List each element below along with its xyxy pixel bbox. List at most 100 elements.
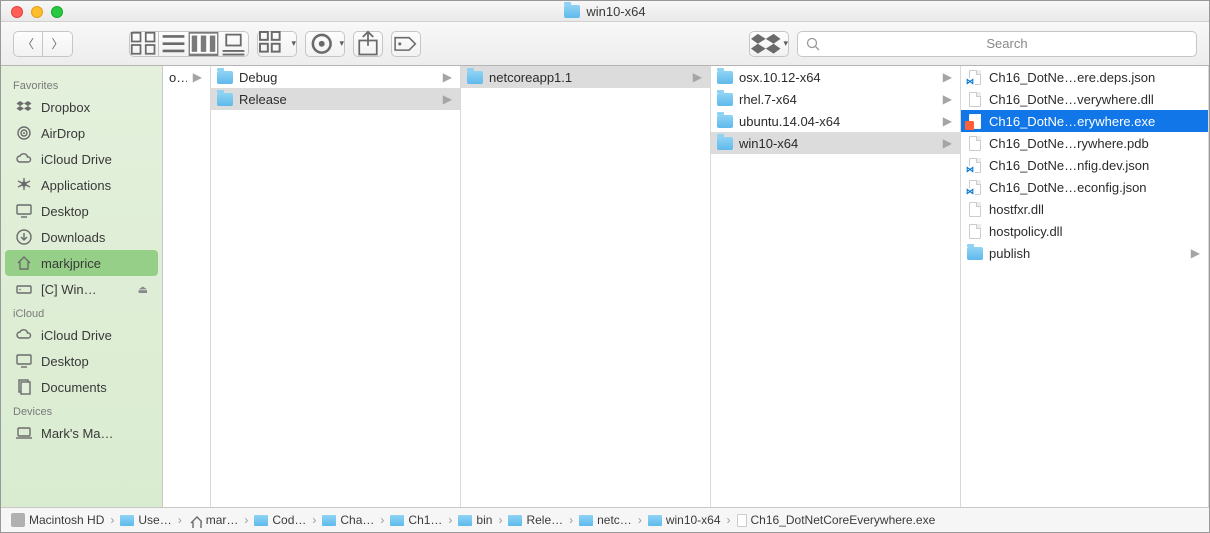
close-window-button[interactable] (11, 6, 23, 18)
sidebar-item-label: AirDrop (41, 126, 85, 141)
chevron-right-icon: ▶ (693, 70, 704, 84)
list-item[interactable]: netcoreapp1.1 ▶ (461, 66, 710, 88)
sidebar-item--c-win-[interactable]: [C] Win… ⏏ (1, 276, 162, 302)
list-item[interactable]: osx.10.12-x64▶ (711, 66, 960, 88)
sidebar-item-applications[interactable]: Applications (1, 172, 162, 198)
sidebar-item-dropbox[interactable]: Dropbox (1, 94, 162, 120)
path-separator: › (310, 513, 318, 527)
list-item[interactable]: hostfxr.dll (961, 198, 1208, 220)
folder-icon (717, 71, 733, 84)
path-separator: › (567, 513, 575, 527)
icloud-icon (15, 150, 33, 168)
sidebar-item-documents[interactable]: Documents (1, 374, 162, 400)
item-label: hostfxr.dll (989, 202, 1202, 217)
list-item[interactable]: rhel.7-x64▶ (711, 88, 960, 110)
search-field[interactable]: Search (797, 31, 1197, 57)
list-item[interactable]: Ch16_DotNe…erywhere.exe (961, 110, 1208, 132)
zoom-window-button[interactable] (51, 6, 63, 18)
path-item[interactable]: win10-x64 (648, 513, 721, 527)
list-item[interactable]: ⋈Ch16_DotNe…nfig.dev.json (961, 154, 1208, 176)
folder-icon (508, 515, 522, 526)
path-item[interactable]: Cha… (322, 513, 374, 527)
back-button[interactable]: 〈 (13, 31, 43, 57)
vscode-file-icon: ⋈ (967, 179, 983, 195)
path-item[interactable]: Cod… (254, 513, 306, 527)
forward-button[interactable]: 〉 (43, 31, 73, 57)
sidebar-item-downloads[interactable]: Downloads (1, 224, 162, 250)
sidebar-item-icloud-drive[interactable]: iCloud Drive (1, 146, 162, 172)
minimize-window-button[interactable] (31, 6, 43, 18)
sidebar-item-mark-s-ma-[interactable]: Mark's Ma… (1, 420, 162, 446)
share-icon (354, 30, 382, 58)
finder-window: win10-x64 〈 〉 ▾ (1, 1, 1209, 532)
list-item[interactable]: ubuntu.14.04-x64▶ (711, 110, 960, 132)
folder-icon (322, 515, 336, 526)
sidebar-item-airdrop[interactable]: AirDrop (1, 120, 162, 146)
dropbox-icon (750, 30, 781, 58)
icloud-icon (15, 326, 33, 344)
sidebar-item-desktop[interactable]: Desktop (1, 198, 162, 224)
path-item[interactable]: Macintosh HD (11, 513, 104, 527)
list-item[interactable]: ⋈Ch16_DotNe…econfig.json (961, 176, 1208, 198)
eject-icon[interactable]: ⏏ (138, 283, 148, 296)
sidebar-item-label: Downloads (41, 230, 105, 245)
path-label: Cha… (340, 513, 374, 527)
drive-icon (15, 280, 33, 298)
list-item[interactable]: Ch16_DotNe…rywhere.pdb (961, 132, 1208, 154)
path-item[interactable]: netc… (579, 513, 632, 527)
list-item[interactable]: oroj▶ (163, 66, 210, 88)
path-item[interactable]: Rele… (508, 513, 563, 527)
list-item[interactable]: ⋈Ch16_DotNe…ere.deps.json (961, 66, 1208, 88)
titlebar[interactable]: win10-x64 (1, 1, 1209, 22)
item-label: ubuntu.14.04-x64 (739, 114, 937, 129)
sidebar-item-label: markjprice (41, 256, 101, 271)
coverflow-view-button[interactable] (219, 31, 249, 57)
path-item[interactable]: Ch1… (390, 513, 442, 527)
dropbox-toolbar-button[interactable]: ▾ (749, 31, 789, 57)
list-item[interactable]: Ch16_DotNe…verywhere.dll (961, 88, 1208, 110)
chevron-right-icon: ▶ (1191, 246, 1202, 260)
item-label: netcoreapp1.1 (489, 70, 687, 85)
list-item[interactable]: hostpolicy.dll (961, 220, 1208, 242)
sidebar-item-label: [C] Win… (41, 282, 97, 297)
share-button[interactable] (353, 31, 383, 57)
path-item[interactable]: Use… (120, 513, 171, 527)
vscode-file-icon: ⋈ (967, 69, 983, 85)
tags-button[interactable] (391, 31, 421, 57)
path-item[interactable]: Ch16_DotNetCoreEverywhere.exe (737, 513, 936, 527)
folder-icon (254, 515, 268, 526)
list-item[interactable]: Debug▶ (211, 66, 460, 88)
list-view-button[interactable] (159, 31, 189, 57)
chevron-right-icon: ▶ (443, 92, 454, 106)
arrange-button[interactable]: ▾ (257, 31, 297, 57)
folder-icon (467, 71, 483, 84)
chevron-right-icon: ▶ (943, 70, 954, 84)
path-label: Use… (138, 513, 171, 527)
path-separator: › (108, 513, 116, 527)
list-item[interactable]: win10-x64▶ (711, 132, 960, 154)
folder-icon (217, 71, 233, 84)
path-label: mar… (206, 513, 239, 527)
path-item[interactable]: bin (458, 513, 492, 527)
icon-view-button[interactable] (129, 31, 159, 57)
sidebar-header: iCloud (1, 302, 162, 322)
sidebar-header: Devices (1, 400, 162, 420)
item-label: Debug (239, 70, 437, 85)
folder-icon (648, 515, 662, 526)
laptop-icon (15, 424, 33, 442)
path-label: Cod… (272, 513, 306, 527)
column-view-button[interactable] (189, 31, 219, 57)
sidebar-item-markjprice[interactable]: markjprice (5, 250, 158, 276)
airdrop-icon (15, 124, 33, 142)
list-item[interactable]: publish▶ (961, 242, 1208, 264)
sidebar-item-desktop[interactable]: Desktop (1, 348, 162, 374)
sidebar-item-icloud-drive[interactable]: iCloud Drive (1, 322, 162, 348)
action-button[interactable]: ▾ (305, 31, 345, 57)
item-label: Release (239, 92, 437, 107)
path-separator: › (176, 513, 184, 527)
tag-icon (392, 33, 420, 55)
nav-buttons: 〈 〉 (13, 31, 73, 57)
path-label: Rele… (526, 513, 563, 527)
list-item[interactable]: Release ▶ (211, 88, 460, 110)
path-item[interactable]: mar… (188, 513, 239, 527)
